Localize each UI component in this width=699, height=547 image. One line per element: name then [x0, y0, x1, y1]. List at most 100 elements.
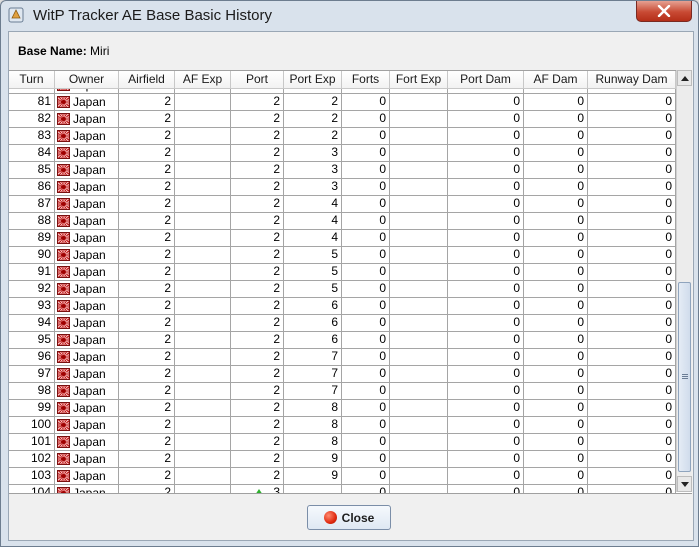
- cell-port: 2: [231, 162, 284, 178]
- cell-runway-dam: 0: [588, 179, 676, 195]
- table-row[interactable]: 101 Japan 2 2 8 0 0 0 0: [9, 434, 676, 451]
- table-row[interactable]: 95 Japan 2 2 6 0 0 0 0: [9, 332, 676, 349]
- cell-af-dam: 0: [524, 230, 588, 246]
- table-row[interactable]: 85 Japan 2 2 3 0 0 0 0: [9, 162, 676, 179]
- cell-af-dam: 0: [524, 94, 588, 110]
- cell-forts: 0: [342, 417, 390, 433]
- cell-port-exp: 3: [284, 179, 342, 195]
- cell-af-exp: [175, 196, 231, 212]
- table-row[interactable]: 103 Japan 2 2 9 0 0 0 0: [9, 468, 676, 485]
- col-forts[interactable]: Forts: [342, 71, 390, 88]
- table-row[interactable]: 90 Japan 2 2 5 0 0 0 0: [9, 247, 676, 264]
- col-fort-exp[interactable]: Fort Exp: [390, 71, 448, 88]
- japan-flag-icon: [57, 385, 70, 397]
- cell-airfield: 2: [119, 281, 175, 297]
- cell-runway-dam: 0: [588, 383, 676, 399]
- cell-forts: 0: [342, 145, 390, 161]
- table-row[interactable]: 81 Japan 2 2 2 0 0 0 0: [9, 94, 676, 111]
- cell-port: 2: [231, 196, 284, 212]
- history-table: Turn Owner Airfield AF Exp Port Port Exp…: [9, 70, 692, 494]
- table-row[interactable]: 83 Japan 2 2 2 0 0 0 0: [9, 128, 676, 145]
- cell-af-dam: 0: [524, 196, 588, 212]
- japan-flag-icon: [57, 436, 70, 448]
- cell-fort-exp: [390, 162, 448, 178]
- table-row[interactable]: 98 Japan 2 2 7 0 0 0 0: [9, 383, 676, 400]
- table-row[interactable]: 99 Japan 2 2 8 0 0 0 0: [9, 400, 676, 417]
- owner-label: Japan: [73, 434, 106, 449]
- table-row[interactable]: 87 Japan 2 2 4 0 0 0 0: [9, 196, 676, 213]
- table-row[interactable]: 89 Japan 2 2 4 0 0 0 0: [9, 230, 676, 247]
- cell-port: 2: [231, 332, 284, 348]
- table-row[interactable]: 104 Japan 2 3 0 0 0 0: [9, 485, 676, 493]
- col-port-exp[interactable]: Port Exp: [284, 71, 342, 88]
- cell-port-dam: 0: [448, 366, 524, 382]
- cell-fort-exp: [390, 230, 448, 246]
- japan-flag-icon: [57, 89, 70, 91]
- title-bar[interactable]: WitP Tracker AE Base Basic History: [1, 1, 698, 31]
- col-port[interactable]: Port: [231, 71, 284, 88]
- cell-owner: Japan: [55, 468, 119, 484]
- cell-port-dam: 0: [448, 298, 524, 314]
- owner-label: Japan: [73, 89, 106, 93]
- close-x-icon[interactable]: [636, 1, 692, 22]
- table-row[interactable]: 82 Japan 2 2 2 0 0 0 0: [9, 111, 676, 128]
- scroll-up-button[interactable]: [677, 70, 692, 86]
- cell-port: 2: [231, 298, 284, 314]
- cell-port-dam: 0: [448, 89, 524, 93]
- owner-label: Japan: [73, 468, 106, 483]
- vertical-scrollbar[interactable]: [676, 70, 692, 492]
- cell-airfield: 2: [119, 94, 175, 110]
- table-row[interactable]: 102 Japan 2 2 9 0 0 0 0: [9, 451, 676, 468]
- col-turn[interactable]: Turn: [9, 71, 55, 88]
- owner-label: Japan: [73, 128, 106, 143]
- cell-runway-dam: 0: [588, 434, 676, 450]
- cell-owner: Japan: [55, 162, 119, 178]
- cell-forts: 0: [342, 383, 390, 399]
- cell-port-exp: 6: [284, 332, 342, 348]
- table-row[interactable]: 91 Japan 2 2 5 0 0 0 0: [9, 264, 676, 281]
- cell-port-dam: 0: [448, 315, 524, 331]
- table-row[interactable]: 84 Japan 2 2 3 0 0 0 0: [9, 145, 676, 162]
- table-row[interactable]: 96 Japan 2 2 7 0 0 0 0: [9, 349, 676, 366]
- cell-af-exp: [175, 468, 231, 484]
- col-af-dam[interactable]: AF Dam: [524, 71, 588, 88]
- table-body: 80Japan222000081Japan222000082Japan22200…: [9, 89, 676, 493]
- cell-port-dam: 0: [448, 451, 524, 467]
- col-airfield[interactable]: Airfield: [119, 71, 175, 88]
- table-row[interactable]: 92 Japan 2 2 5 0 0 0 0: [9, 281, 676, 298]
- cell-turn: 99: [9, 400, 55, 416]
- cell-airfield: 2: [119, 468, 175, 484]
- table-row[interactable]: 88 Japan 2 2 4 0 0 0 0: [9, 213, 676, 230]
- japan-flag-icon: [57, 232, 70, 244]
- cell-af-dam: 0: [524, 434, 588, 450]
- cell-port: 2: [231, 264, 284, 280]
- cell-forts: 0: [342, 485, 390, 493]
- cell-port-exp: 8: [284, 417, 342, 433]
- cell-af-exp: [175, 94, 231, 110]
- table-row[interactable]: 86 Japan 2 2 3 0 0 0 0: [9, 179, 676, 196]
- table-row[interactable]: 93 Japan 2 2 6 0 0 0 0: [9, 298, 676, 315]
- table-row[interactable]: 94 Japan 2 2 6 0 0 0 0: [9, 315, 676, 332]
- cell-af-dam: 0: [524, 247, 588, 263]
- cell-port-dam: 0: [448, 485, 524, 493]
- col-runway-dam[interactable]: Runway Dam: [588, 71, 676, 88]
- table-row[interactable]: 100 Japan 2 2 8 0 0 0 0: [9, 417, 676, 434]
- close-button[interactable]: Close: [307, 505, 391, 530]
- cell-af-exp: [175, 485, 231, 493]
- owner-label: Japan: [73, 417, 106, 432]
- owner-label: Japan: [73, 179, 106, 194]
- cell-af-dam: 0: [524, 111, 588, 127]
- base-name-label: Base Name:: [18, 44, 87, 58]
- cell-turn: 98: [9, 383, 55, 399]
- table-row[interactable]: 97 Japan 2 2 7 0 0 0 0: [9, 366, 676, 383]
- col-af-exp[interactable]: AF Exp: [175, 71, 231, 88]
- col-owner[interactable]: Owner: [55, 71, 119, 88]
- cell-airfield: 2: [119, 179, 175, 195]
- scroll-down-button[interactable]: [677, 476, 692, 492]
- col-port-dam[interactable]: Port Dam: [448, 71, 524, 88]
- scrollbar-thumb[interactable]: [678, 282, 691, 472]
- cell-port-exp: 7: [284, 383, 342, 399]
- cell-runway-dam: 0: [588, 400, 676, 416]
- cell-port-exp: 5: [284, 264, 342, 280]
- japan-flag-icon: [57, 249, 70, 261]
